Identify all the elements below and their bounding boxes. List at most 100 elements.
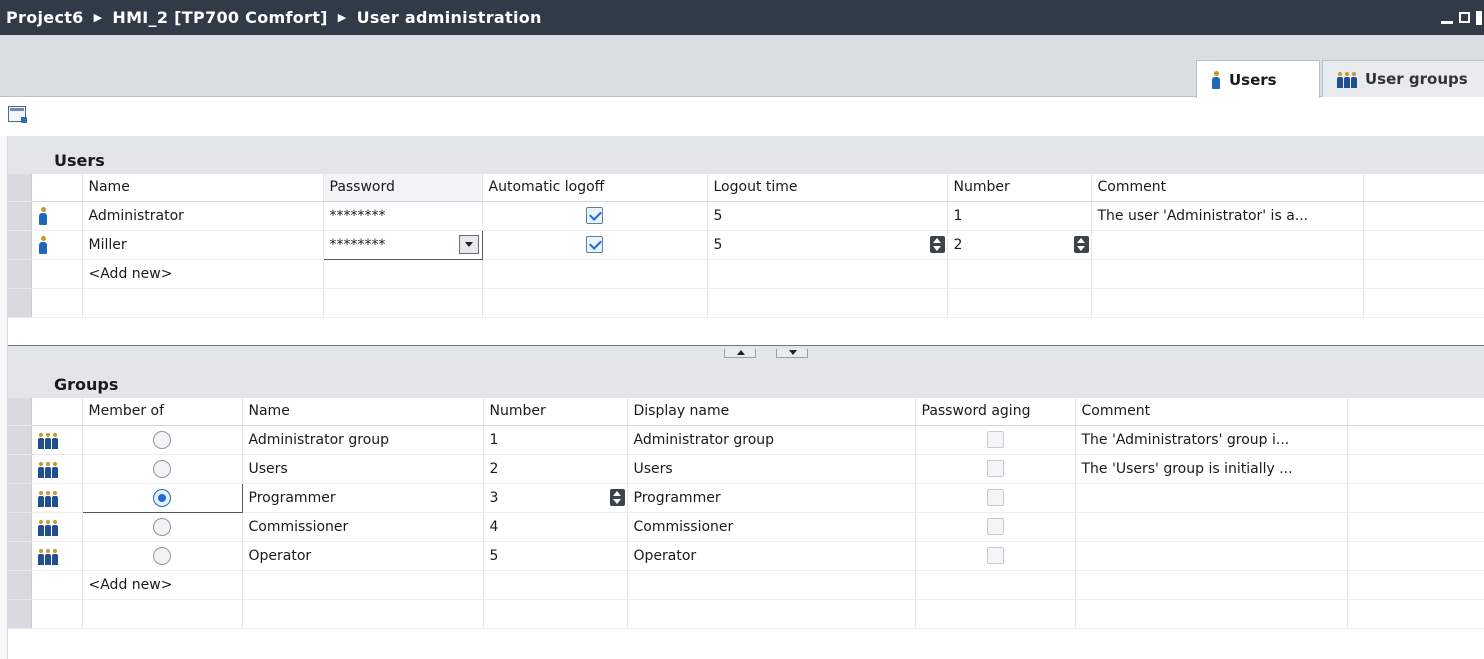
- column-header-member-of[interactable]: Member of: [82, 398, 243, 426]
- user-comment-cell[interactable]: The user 'Administrator' is a...: [1091, 201, 1364, 231]
- group-name-cell[interactable]: Users: [242, 454, 484, 484]
- display-name-cell[interactable]: Operator: [627, 541, 916, 571]
- user-number-cell[interactable]: 1: [947, 201, 1092, 231]
- table-row[interactable]: Miller ******** 5 2: [8, 229, 1484, 260]
- member-of-radio-selected[interactable]: [153, 488, 171, 507]
- user-password-cell[interactable]: ********: [323, 201, 483, 231]
- group-name-cell[interactable]: Programmer: [242, 483, 484, 513]
- empty-cell: [482, 259, 708, 289]
- group-comment-cell[interactable]: [1075, 483, 1348, 513]
- table-row[interactable]: Users 2 Users The 'Users' group is initi…: [8, 454, 1484, 484]
- user-number-stepper[interactable]: 2: [947, 230, 1092, 260]
- empty-cell: [707, 288, 948, 318]
- column-header-number[interactable]: Number: [947, 174, 1092, 202]
- row-selector[interactable]: [8, 454, 32, 484]
- empty-cell: [1347, 512, 1484, 542]
- group-comment-cell[interactable]: [1075, 512, 1348, 542]
- display-name-cell[interactable]: Users: [627, 454, 916, 484]
- password-aging-checkbox[interactable]: [986, 460, 1004, 477]
- column-header-group-comment[interactable]: Comment: [1075, 398, 1348, 426]
- row-selector[interactable]: [8, 201, 32, 231]
- auto-logoff-cell: [482, 201, 708, 231]
- column-header-group-name[interactable]: Name: [242, 398, 484, 426]
- user-name-cell[interactable]: Administrator: [82, 201, 324, 231]
- column-header-display-name[interactable]: Display name: [627, 398, 916, 426]
- logout-time-cell[interactable]: 5: [707, 201, 948, 231]
- group-comment-cell[interactable]: The 'Users' group is initially ...: [1075, 454, 1348, 484]
- tab-users[interactable]: Users: [1196, 60, 1320, 98]
- tab-user-groups[interactable]: User groups: [1322, 60, 1484, 97]
- member-of-radio[interactable]: [153, 430, 171, 449]
- row-selector[interactable]: [8, 483, 32, 513]
- collapse-down-icon[interactable]: [776, 349, 808, 358]
- row-selector[interactable]: [8, 570, 32, 600]
- password-aging-checkbox[interactable]: [986, 547, 1004, 564]
- add-new-user[interactable]: <Add new>: [82, 259, 324, 289]
- column-header-name[interactable]: Name: [82, 174, 324, 202]
- auto-logoff-checkbox[interactable]: [586, 236, 603, 253]
- add-new-row[interactable]: <Add new>: [8, 570, 1484, 600]
- auto-logoff-checkbox[interactable]: [586, 207, 603, 224]
- logout-time-stepper[interactable]: 5: [707, 230, 948, 260]
- add-new-row[interactable]: <Add new>: [8, 259, 1484, 289]
- group-icon-cell: [31, 541, 83, 571]
- row-selector[interactable]: [8, 512, 32, 542]
- password-aging-checkbox[interactable]: [986, 518, 1004, 535]
- close-icon[interactable]: [1476, 10, 1482, 25]
- member-of-radio[interactable]: [153, 517, 171, 536]
- breadcrumb-project[interactable]: Project6: [6, 8, 84, 27]
- display-name-cell[interactable]: Commissioner: [627, 512, 916, 542]
- row-selector[interactable]: [8, 230, 32, 260]
- column-header-logout-time[interactable]: Logout time: [707, 174, 948, 202]
- column-header-password[interactable]: Password: [323, 174, 483, 202]
- icon-cell: [31, 259, 83, 289]
- display-name-cell[interactable]: Administrator group: [627, 425, 916, 455]
- group-number-cell[interactable]: 5: [483, 541, 628, 571]
- minimize-icon[interactable]: [1441, 21, 1453, 24]
- column-header-comment[interactable]: Comment: [1091, 174, 1364, 202]
- user-name-cell[interactable]: Miller: [82, 230, 324, 260]
- add-new-group[interactable]: <Add new>: [82, 570, 243, 600]
- member-of-radio[interactable]: [153, 546, 171, 565]
- row-selector[interactable]: [8, 425, 32, 455]
- group-name-cell[interactable]: Commissioner: [242, 512, 484, 542]
- column-header-automatic-logoff[interactable]: Automatic logoff: [482, 174, 708, 202]
- table-row[interactable]: Commissioner 4 Commissioner: [8, 512, 1484, 542]
- tab-users-label: Users: [1229, 70, 1277, 89]
- row-selector[interactable]: [8, 259, 32, 289]
- table-row[interactable]: Administrator ******** 5 1 The user 'Adm…: [8, 201, 1484, 231]
- spin-arrows-icon[interactable]: [1073, 235, 1089, 253]
- display-name-cell[interactable]: Programmer: [627, 483, 916, 513]
- group-name-cell[interactable]: Operator: [242, 541, 484, 571]
- spin-arrows-icon[interactable]: [609, 488, 625, 506]
- group-name-cell[interactable]: Administrator group: [242, 425, 484, 455]
- group-number-cell[interactable]: 4: [483, 512, 628, 542]
- table-row[interactable]: Operator 5 Operator: [8, 541, 1484, 571]
- user-comment-cell[interactable]: [1091, 230, 1364, 260]
- member-of-radio[interactable]: [153, 459, 171, 478]
- empty-cell: [1091, 259, 1364, 289]
- group-number-cell[interactable]: 2: [483, 454, 628, 484]
- password-aging-cell: [915, 541, 1076, 571]
- column-header-group-number[interactable]: Number: [483, 398, 628, 426]
- table-settings-icon[interactable]: [8, 106, 27, 123]
- spin-arrows-icon[interactable]: [929, 235, 945, 253]
- group-comment-cell[interactable]: [1075, 541, 1348, 571]
- column-header-password-aging[interactable]: Password aging: [915, 398, 1076, 426]
- row-selector: [8, 599, 32, 629]
- password-aging-cell: [915, 512, 1076, 542]
- row-selector[interactable]: [8, 541, 32, 571]
- group-number-stepper[interactable]: 3: [483, 483, 628, 513]
- table-row[interactable]: Administrator group 1 Administrator grou…: [8, 425, 1484, 455]
- password-aging-checkbox[interactable]: [986, 431, 1004, 448]
- restore-icon[interactable]: [1459, 12, 1470, 23]
- group-comment-cell[interactable]: The 'Administrators' group i...: [1075, 425, 1348, 455]
- group-number-cell[interactable]: 1: [483, 425, 628, 455]
- user-password-field[interactable]: ********: [322, 229, 483, 260]
- password-aging-checkbox[interactable]: [986, 489, 1004, 506]
- collapse-up-icon[interactable]: [724, 349, 756, 358]
- table-row[interactable]: Programmer 3 Programmer: [8, 482, 1484, 513]
- breadcrumb-device[interactable]: HMI_2 [TP700 Comfort]: [112, 8, 327, 27]
- password-dropdown-button[interactable]: [458, 234, 479, 254]
- window-controls: [1441, 0, 1484, 35]
